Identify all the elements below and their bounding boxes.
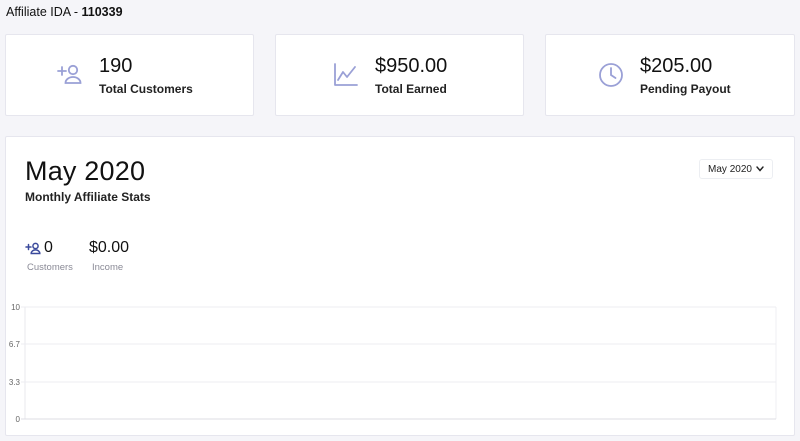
monthly-stats-chart: 10 6.7 3.3 0 [9,303,777,424]
month-select[interactable]: May 2020 [699,159,773,179]
chart-y-tick-label: 0 [16,415,21,424]
total-earned-value: $950.00 [375,55,448,77]
chart-y-tick-label: 6.7 [9,340,21,349]
month-select-value: May 2020 [708,163,752,175]
monthly-income-value: $0.00 [89,239,130,256]
monthly-customers-value: 0 [44,239,53,256]
total-customers-card: 190 Total Customers [5,34,254,116]
affiliate-id-header: Affiliate IDA - 110339 [6,5,123,19]
pending-payout-label: Pending Payout [640,82,731,96]
monthly-stats-panel: May 2020 Monthly Affiliate Stats May 202… [5,136,795,436]
clock-icon [599,63,623,87]
month-subtitle: Monthly Affiliate Stats [25,190,151,204]
affiliate-id-prefix: Affiliate IDA - [6,5,82,19]
add-user-icon [25,242,41,255]
month-title: May 2020 [25,156,146,186]
add-user-icon [57,64,82,84]
monthly-customers-label: Customers [27,262,73,273]
monthly-customers: 0 Customers [25,239,73,273]
pending-payout-value: $205.00 [640,55,713,77]
pending-payout-card: $205.00 Pending Payout [545,34,795,116]
total-earned-card: $950.00 Total Earned [275,34,524,116]
total-customers-label: Total Customers [99,82,193,96]
monthly-income-label: Income [92,262,124,273]
total-earned-label: Total Earned [375,82,447,96]
affiliate-id-value: 110339 [81,5,123,19]
monthly-income: $0.00 Income [89,239,129,273]
chart-y-tick-label: 3.3 [9,378,21,387]
chevron-down-icon [756,166,764,172]
total-customers-value: 190 [99,55,133,77]
chart-y-tick-label: 10 [11,303,20,312]
line-chart-icon [334,63,358,86]
